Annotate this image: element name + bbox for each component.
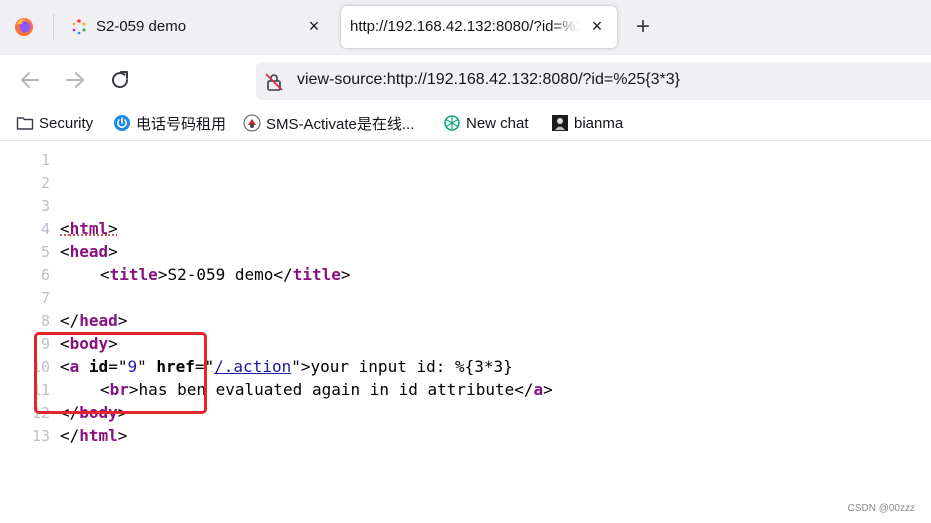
source-line: 5 <head> xyxy=(0,242,931,265)
back-arrow-icon[interactable] xyxy=(18,68,42,92)
bookmark-sms-activate[interactable]: SMS-Activate是在线... xyxy=(243,113,414,133)
navigation-toolbar: view-source:http://192.168.42.132:8080/?… xyxy=(0,55,931,106)
bookmark-bianma[interactable]: bianma xyxy=(551,113,623,133)
tab-title: http://192.168.42.132:8080/?id=%25{3*3} xyxy=(350,18,580,35)
line-number: 7 xyxy=(40,289,50,307)
folder-icon xyxy=(16,117,34,130)
bookmark-label: Security xyxy=(39,114,94,132)
insecure-lock-icon[interactable] xyxy=(264,72,284,92)
html-open-tag: <html> xyxy=(60,219,118,238)
new-tab-button[interactable]: + xyxy=(630,14,656,40)
title-element: <title>S2-059 demo</title> xyxy=(100,265,351,284)
href-link[interactable]: /.action xyxy=(214,357,291,376)
reload-icon[interactable] xyxy=(108,68,132,92)
firefox-icon[interactable] xyxy=(14,17,34,37)
close-tab-icon[interactable]: × xyxy=(304,16,324,36)
bookmark-label: SMS-Activate是在线... xyxy=(266,115,415,133)
sms-activate-icon xyxy=(243,114,261,132)
bookmark-security[interactable]: Security xyxy=(16,113,93,133)
line-number: 1 xyxy=(40,151,50,169)
tab-title-fade xyxy=(551,14,587,40)
source-line: 8 </head> xyxy=(0,311,931,334)
annotation-highlight-box xyxy=(34,332,207,414)
line-number: 3 xyxy=(40,197,50,215)
bookmarks-toolbar: Security 电话号码租用 SMS-Activate是在线... New c… xyxy=(0,106,931,141)
source-line: 2 xyxy=(0,173,931,196)
source-line: 7 xyxy=(0,288,931,311)
line-number: 13 xyxy=(31,427,50,445)
tab-s2-059-demo[interactable]: S2-059 demo × xyxy=(58,6,334,48)
tab-strip: S2-059 demo × http://192.168.42.132:8080… xyxy=(0,0,931,55)
loading-spinner-icon xyxy=(72,19,86,35)
chatgpt-icon xyxy=(444,115,460,131)
bookmark-label: 电话号码租用 xyxy=(136,115,227,133)
bianma-icon xyxy=(552,115,568,131)
url-input[interactable]: view-source:http://192.168.42.132:8080/?… xyxy=(297,71,680,89)
html-close-tag: </html> xyxy=(60,426,128,445)
tab-separator xyxy=(53,14,54,40)
source-line: 3 xyxy=(0,196,931,219)
bookmark-label: bianma xyxy=(574,114,624,132)
tab-view-source[interactable]: http://192.168.42.132:8080/?id=%25{3*3} … xyxy=(341,6,617,48)
head-close-tag: </head> xyxy=(60,311,128,330)
bookmark-label: New chat xyxy=(466,114,529,132)
head-open-tag: <head> xyxy=(60,242,118,261)
source-line: 6 <title>S2-059 demo</title> xyxy=(0,265,931,288)
tab-title: S2-059 demo xyxy=(96,18,187,35)
forward-arrow-icon[interactable] xyxy=(63,68,87,92)
watermark: CSDN @00zzz xyxy=(847,503,915,514)
source-line: 4 <html> xyxy=(0,219,931,242)
close-tab-icon[interactable]: × xyxy=(587,16,607,36)
url-bar[interactable]: view-source:http://192.168.42.132:8080/?… xyxy=(256,62,931,100)
bookmark-new-chat[interactable]: New chat xyxy=(443,113,529,133)
line-number: 6 xyxy=(40,266,50,284)
line-number: 8 xyxy=(40,312,50,330)
source-line: 1 xyxy=(0,150,931,173)
line-number: 2 xyxy=(40,174,50,192)
line-number: 4 xyxy=(40,220,50,238)
power-icon xyxy=(114,115,130,131)
line-number: 5 xyxy=(40,243,50,261)
source-line: 13 </html> xyxy=(0,426,931,449)
bookmark-phone-rental[interactable]: 电话号码租用 xyxy=(113,113,226,133)
